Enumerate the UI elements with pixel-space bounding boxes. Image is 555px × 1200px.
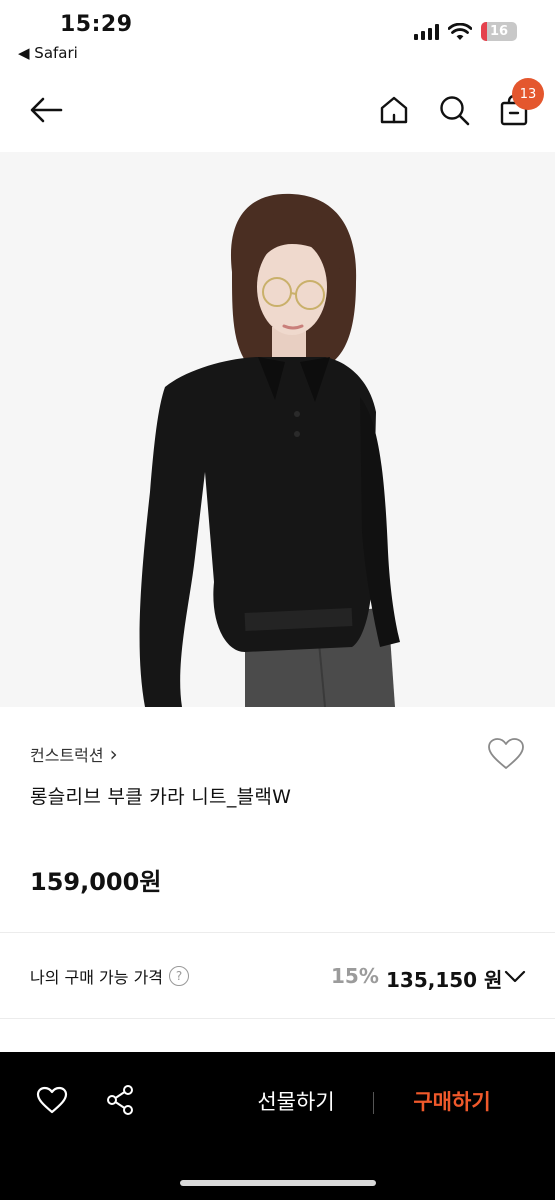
my-price-row[interactable]: 나의 구매 가능 가격 ? 15% 135,150 원 — [0, 934, 555, 1018]
signal-icon — [414, 23, 439, 40]
home-indicator — [180, 1180, 376, 1186]
bottom-action-bar: 선물하기 구매하기 — [0, 1052, 555, 1200]
back-to-safari-link[interactable]: ◀ Safari — [18, 44, 78, 62]
home-icon — [380, 96, 408, 124]
expand-button[interactable] — [500, 962, 530, 992]
model-wearing-black-collared-knit — [0, 152, 555, 707]
search-button[interactable] — [434, 90, 474, 130]
home-button[interactable] — [376, 90, 412, 130]
battery-icon: 16 — [481, 22, 517, 41]
share-icon — [107, 1085, 133, 1115]
divider — [0, 1018, 555, 1019]
divider — [0, 932, 555, 933]
status-icons: 16 — [414, 22, 517, 41]
product-price: 159,000원 — [30, 868, 162, 896]
final-price: 135,150 원 — [386, 968, 503, 992]
status-bar: 15:29 ◀ Safari 16 — [0, 0, 555, 70]
status-time: 15:29 — [60, 12, 133, 37]
bottom-wishlist-button[interactable] — [34, 1082, 70, 1118]
back-button[interactable] — [26, 90, 66, 130]
top-nav — [0, 70, 555, 150]
search-icon — [440, 96, 470, 126]
brand-name: 컨스트럭션 — [30, 746, 104, 765]
my-price-label: 나의 구매 가능 가격 — [30, 968, 164, 987]
heart-outline-icon — [488, 738, 524, 769]
wifi-icon — [448, 22, 472, 40]
share-button[interactable] — [102, 1082, 138, 1118]
discount-rate: 15% — [331, 964, 379, 988]
gift-button[interactable]: 선물하기 — [236, 1086, 356, 1116]
chevron-right-icon: › — [109, 742, 118, 766]
help-icon[interactable]: ? — [169, 966, 190, 986]
product-image[interactable] — [0, 152, 555, 707]
my-price-label-group: 나의 구매 가능 가격 ? — [30, 964, 190, 988]
back-arrow-icon — [30, 97, 63, 123]
divider — [373, 1092, 374, 1114]
chevron-down-icon — [504, 970, 526, 983]
buy-button[interactable]: 구매하기 — [392, 1086, 512, 1116]
brand-link[interactable]: 컨스트럭션 › — [30, 742, 118, 766]
cart-count-badge: 13 — [512, 78, 544, 110]
battery-level: 16 — [489, 24, 509, 39]
product-name: 롱슬리브 부클 카라 니트_블랙W — [30, 786, 292, 808]
wishlist-button[interactable] — [486, 736, 526, 772]
heart-outline-icon — [36, 1086, 68, 1114]
